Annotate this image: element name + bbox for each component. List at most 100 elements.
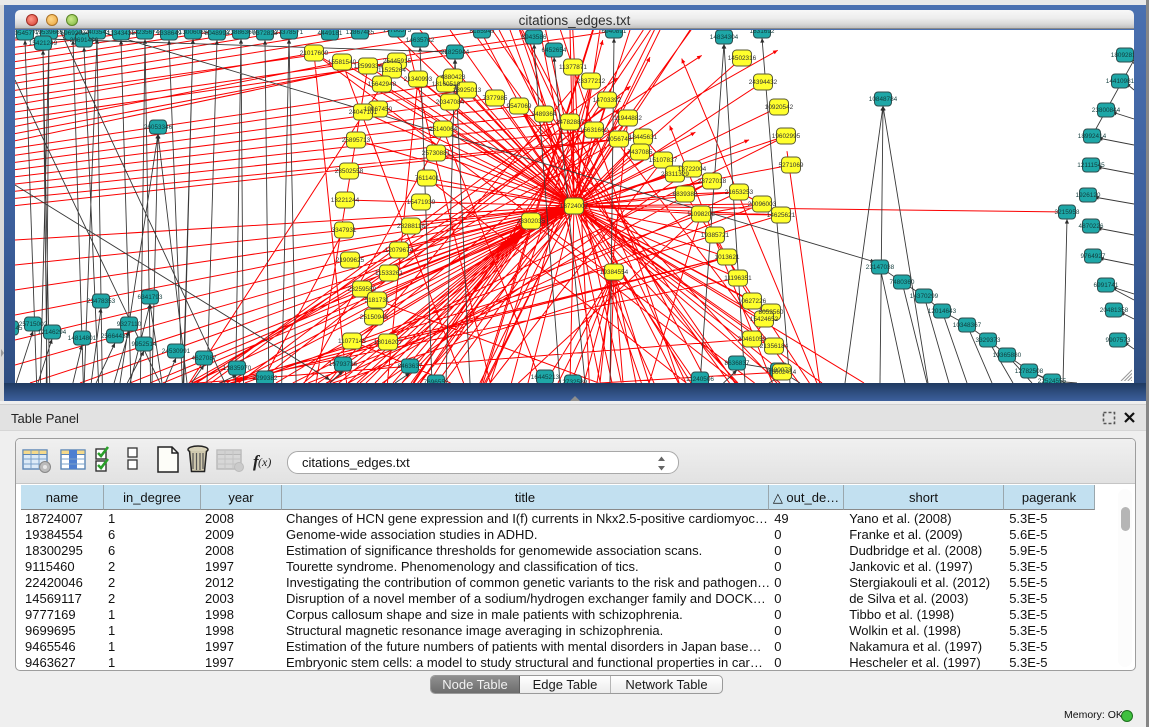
svg-text:14703392: 14703392 <box>593 97 622 104</box>
svg-text:7437085: 7437085 <box>628 149 653 156</box>
svg-text:20691406: 20691406 <box>70 37 99 44</box>
svg-text:11944882: 11944882 <box>614 115 642 122</box>
svg-text:23377212: 23377212 <box>577 78 606 85</box>
svg-text:10627226: 10627226 <box>738 298 767 305</box>
svg-text:6991741: 6991741 <box>1094 282 1119 289</box>
svg-text:25150945: 25150945 <box>360 314 389 321</box>
svg-text:7480360: 7480360 <box>890 279 915 286</box>
svg-text:23478353: 23478353 <box>87 298 116 305</box>
svg-text:8463637: 8463637 <box>398 363 423 370</box>
svg-text:5271069: 5271069 <box>779 162 804 169</box>
svg-text:15107837: 15107837 <box>649 157 678 164</box>
svg-text:12079674: 12079674 <box>385 247 414 254</box>
svg-text:14370299: 14370299 <box>910 293 939 300</box>
svg-text:4627087: 4627087 <box>192 355 217 362</box>
svg-text:18016207: 18016207 <box>374 339 403 346</box>
svg-text:10365880: 10365880 <box>993 352 1022 359</box>
svg-text:15424652: 15424652 <box>750 316 779 323</box>
svg-text:15581540: 15581540 <box>328 59 357 66</box>
svg-text:8052560: 8052560 <box>759 309 784 316</box>
svg-text:13722004: 13722004 <box>678 166 707 173</box>
svg-text:23302035: 23302035 <box>517 218 546 225</box>
svg-text:11098202: 11098202 <box>687 211 715 218</box>
svg-text:14814801: 14814801 <box>68 335 97 342</box>
svg-text:5969202: 5969202 <box>61 30 86 37</box>
svg-text:9907573: 9907573 <box>1106 337 1131 344</box>
svg-text:15421249: 15421249 <box>29 40 58 47</box>
svg-text:21909625: 21909625 <box>336 257 365 264</box>
svg-text:16445213: 16445213 <box>531 374 560 381</box>
svg-text:6185949: 6185949 <box>470 30 495 35</box>
svg-text:25715002: 25715002 <box>19 321 48 328</box>
svg-text:10920542: 10920542 <box>765 104 794 111</box>
svg-text:12014643: 12014643 <box>928 308 957 315</box>
svg-text:1926120: 1926120 <box>1076 192 1101 199</box>
svg-text:7611401: 7611401 <box>415 175 440 182</box>
svg-text:15471939: 15471939 <box>407 199 436 206</box>
svg-text:19385721: 19385721 <box>701 232 730 239</box>
svg-text:18092818: 18092818 <box>1111 52 1134 59</box>
svg-text:21340993: 21340993 <box>404 76 433 83</box>
svg-text:2299382: 2299382 <box>253 375 278 382</box>
svg-text:19384554: 19384554 <box>600 269 629 276</box>
svg-text:25140064: 25140064 <box>429 126 458 133</box>
svg-text:21653253: 21653253 <box>725 189 754 196</box>
svg-text:14834304: 14834304 <box>710 34 739 41</box>
svg-text:3347931: 3347931 <box>332 227 357 234</box>
svg-text:14625621: 14625621 <box>767 212 796 219</box>
svg-text:19786573: 19786573 <box>383 30 412 34</box>
svg-text:23147038: 23147038 <box>866 264 895 271</box>
svg-text:4449181: 4449181 <box>318 30 343 37</box>
svg-text:18445631: 18445631 <box>629 134 658 141</box>
svg-text:14410981: 14410981 <box>1106 78 1134 85</box>
svg-text:5181731: 5181731 <box>365 297 390 304</box>
svg-text:6452654: 6452654 <box>542 47 567 54</box>
svg-text:9547069: 9547069 <box>507 103 532 110</box>
svg-text:4880428: 4880428 <box>441 74 466 81</box>
svg-text:8636837: 8636837 <box>725 360 750 367</box>
svg-text:13835970: 13835970 <box>223 365 252 372</box>
svg-text:24782887: 24782887 <box>556 119 585 126</box>
svg-text:10848784: 10848784 <box>869 96 898 103</box>
svg-text:15631662: 15631662 <box>580 127 609 134</box>
svg-text:7377985: 7377985 <box>483 95 508 102</box>
svg-text:16602414: 16602414 <box>768 369 797 376</box>
svg-text:3215958: 3215958 <box>1055 209 1080 216</box>
svg-text:23259589: 23259589 <box>348 286 377 293</box>
svg-text:23502558: 23502558 <box>335 168 364 175</box>
svg-text:23886360: 23886360 <box>227 30 256 36</box>
svg-text:13221244: 13221244 <box>331 197 360 204</box>
svg-text:16793736: 16793736 <box>329 361 358 368</box>
svg-text:13925013: 13925013 <box>453 87 482 94</box>
svg-text:21017609: 21017609 <box>300 50 329 57</box>
svg-text:23727018: 23727018 <box>698 178 727 185</box>
svg-text:9764927: 9764927 <box>1081 253 1106 260</box>
svg-text:1013621: 1013621 <box>715 254 740 261</box>
svg-text:26053346: 26053346 <box>144 124 173 131</box>
svg-text:18724007: 18724007 <box>560 203 589 210</box>
svg-text:6940891: 6940891 <box>602 30 627 35</box>
svg-text:23288118: 23288118 <box>397 223 425 230</box>
svg-text:24530991: 24530991 <box>162 348 191 355</box>
svg-text:20481358: 20481358 <box>1100 307 1129 314</box>
svg-text:14635762: 14635762 <box>406 37 435 44</box>
svg-text:12111545: 12111545 <box>1077 162 1105 169</box>
svg-text:20096003: 20096003 <box>748 201 777 208</box>
svg-text:4870226: 4870226 <box>1079 223 1104 230</box>
svg-text:21825944: 21825944 <box>441 49 470 56</box>
svg-text:13235674: 13235674 <box>131 30 160 36</box>
svg-text:6839388: 6839388 <box>673 191 698 198</box>
svg-text:10348367: 10348367 <box>953 322 982 329</box>
svg-text:24047101: 24047101 <box>349 109 378 116</box>
svg-text:11196351: 11196351 <box>724 275 752 282</box>
svg-text:14502316: 14502316 <box>728 55 757 62</box>
svg-text:24394432: 24394432 <box>749 79 778 86</box>
svg-text:8943586: 8943586 <box>522 34 547 41</box>
svg-text:20347084: 20347084 <box>436 99 465 106</box>
svg-text:2489364: 2489364 <box>532 111 557 118</box>
svg-text:11377871: 11377871 <box>559 64 587 71</box>
svg-text:15642948: 15642948 <box>368 81 397 88</box>
svg-text:23378571: 23378571 <box>275 30 304 36</box>
svg-text:12867485: 12867485 <box>346 30 375 36</box>
svg-text:25895713: 25895713 <box>342 137 371 144</box>
